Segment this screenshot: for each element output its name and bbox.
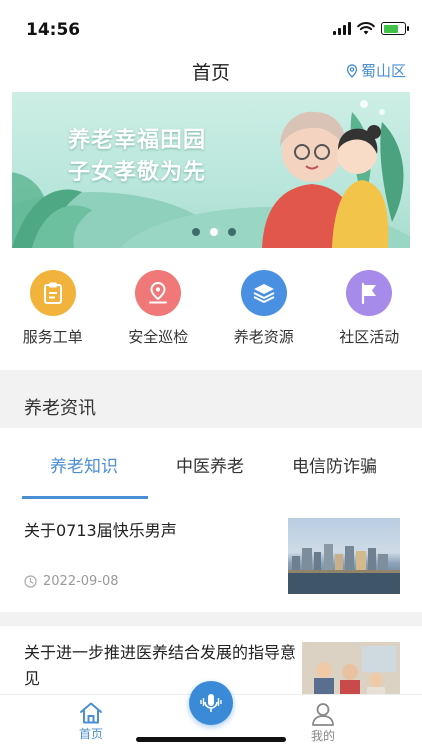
news-title: 关于0713届快乐男声 xyxy=(24,521,177,540)
carousel-dot-active[interactable] xyxy=(210,228,218,236)
carousel-dots[interactable] xyxy=(192,228,236,236)
status-time: 14:56 xyxy=(26,20,81,40)
entry-label: 社区活动 xyxy=(339,328,400,346)
flag-icon xyxy=(346,270,393,316)
tab-anti-fraud[interactable]: 电信防诈骗 xyxy=(292,452,377,477)
entry-service-orders[interactable]: 服务工单 xyxy=(0,270,106,360)
entry-safety-inspection[interactable]: 安全巡检 xyxy=(106,270,212,360)
section-header: 养老资讯 xyxy=(0,370,422,428)
wifi-icon xyxy=(357,22,375,35)
news-item[interactable]: 关于0713届快乐男声 2022-09-08 xyxy=(0,500,422,612)
banner-carousel[interactable]: 养老幸福田园 子女孝敬为先 xyxy=(12,92,410,248)
entry-elderly-resources[interactable]: 养老资源 xyxy=(211,270,317,360)
nav-home-label: 首页 xyxy=(78,727,103,741)
banner-slogan-line-1: 养老幸福田园 xyxy=(68,128,207,153)
tab-elderly-knowledge[interactable]: 养老知识 xyxy=(50,452,118,477)
carousel-dot[interactable] xyxy=(192,228,200,236)
news-tabs: 养老知识 中医养老 电信防诈骗 xyxy=(0,428,422,500)
cellular-signal-icon xyxy=(333,22,351,35)
voice-button[interactable] xyxy=(189,681,233,725)
nav-home[interactable]: 首页 xyxy=(78,701,104,742)
entry-label: 安全巡检 xyxy=(128,328,189,346)
clock-icon xyxy=(24,575,37,588)
list-divider xyxy=(0,612,422,626)
status-bar: 14:56 xyxy=(0,0,422,46)
nav-me[interactable]: 我的 xyxy=(310,701,336,744)
microphone-icon xyxy=(200,694,222,712)
nav-me-label: 我的 xyxy=(310,729,335,743)
user-icon xyxy=(312,703,334,726)
entry-label: 养老资源 xyxy=(233,328,294,346)
location-label: 蜀山区 xyxy=(360,62,406,80)
home-indicator xyxy=(136,737,286,742)
location-pin-icon xyxy=(346,63,358,78)
entry-community-activities[interactable]: 社区活动 xyxy=(317,270,422,360)
news-title: 关于进一步推进医养结合发展的指导意见 xyxy=(24,643,297,688)
location-selector[interactable]: 蜀山区 xyxy=(346,60,406,81)
location-pin-icon xyxy=(135,270,182,316)
quick-entry-grid: 服务工单 安全巡检 养老资源 社区活动 xyxy=(0,270,422,360)
home-icon xyxy=(80,702,102,724)
entry-label: 服务工单 xyxy=(22,328,83,346)
bottom-nav: 首页 我的 xyxy=(0,681,422,750)
active-tab-indicator xyxy=(22,496,148,499)
news-thumbnail xyxy=(288,518,400,594)
layers-icon xyxy=(240,270,287,316)
carousel-dot[interactable] xyxy=(228,228,236,236)
news-date: 2022-09-08 xyxy=(24,574,119,589)
banner-slogan-line-2: 子女孝敬为先 xyxy=(68,160,207,185)
battery-icon xyxy=(381,22,409,35)
news-date-text: 2022-09-08 xyxy=(43,574,119,589)
status-icons xyxy=(333,22,409,35)
clipboard-icon xyxy=(29,270,76,316)
section-title: 养老资讯 xyxy=(24,398,96,419)
top-header: 首页 蜀山区 xyxy=(0,50,422,90)
tab-tcm-elderly-care[interactable]: 中医养老 xyxy=(176,452,244,477)
